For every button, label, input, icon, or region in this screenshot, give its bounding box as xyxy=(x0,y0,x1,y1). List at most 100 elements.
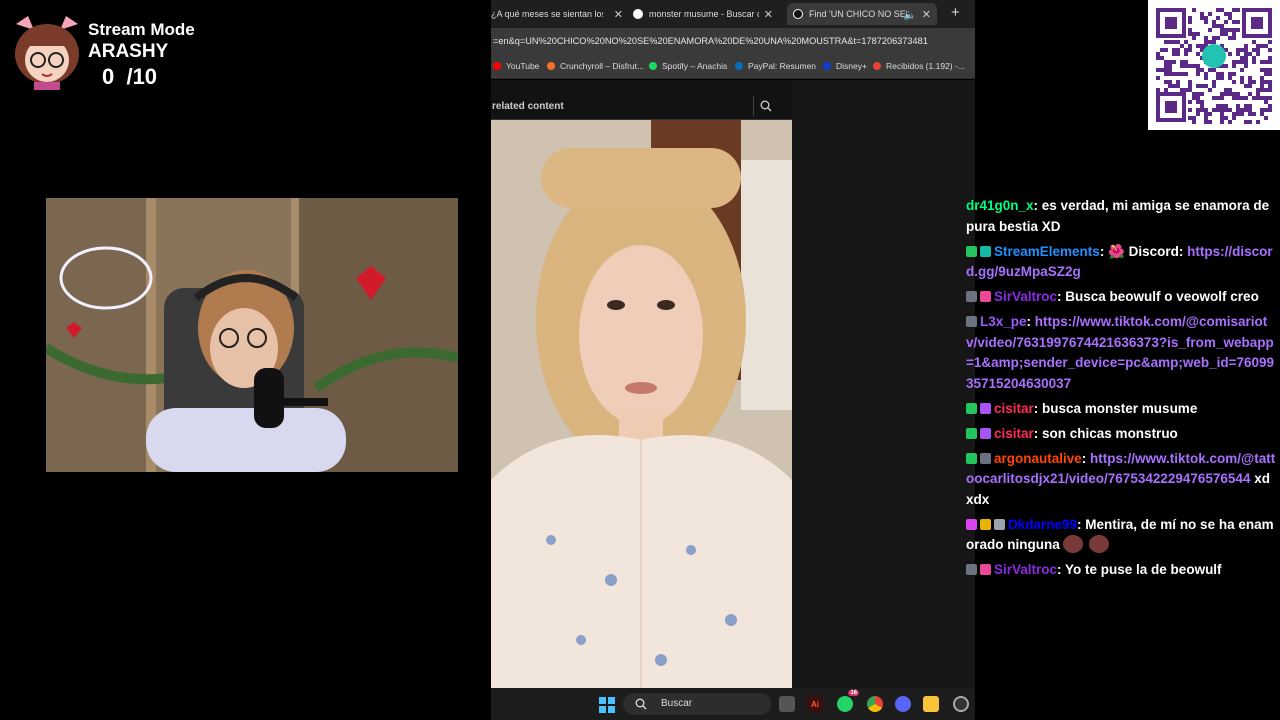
chat-username[interactable]: L3x_pe xyxy=(980,314,1027,329)
search-icon xyxy=(635,698,647,710)
chat-username[interactable]: dr41g0n_x xyxy=(966,198,1034,213)
search-button[interactable] xyxy=(753,96,777,116)
browser-window: ¿A qué meses se sientan los be ✕ monster… xyxy=(491,0,975,720)
chat-username[interactable]: Dkdarne99 xyxy=(1008,517,1077,532)
chat-badge-icon xyxy=(966,452,977,464)
chat-badge-icon xyxy=(966,402,977,414)
chat-badge-icon xyxy=(966,291,977,302)
tab-label: monster musume - Buscar con xyxy=(649,9,759,19)
bookmark-spotify[interactable]: Spotify – Anachis xyxy=(649,61,727,71)
page-sidebar-area xyxy=(792,80,975,688)
google-icon xyxy=(633,9,643,19)
chat-badge-icon xyxy=(980,245,991,257)
windows-taskbar: Buscar Ai 16 xyxy=(491,688,975,720)
taskbar-search[interactable]: Buscar xyxy=(623,693,771,715)
chat-username[interactable]: cisitar xyxy=(994,426,1034,441)
bookmark-label: Recibidos (1.192) -... xyxy=(886,61,965,71)
chat-text: : Yo te puse la de beowulf xyxy=(1057,562,1222,577)
chat-message: cisitar: son chicas monstruo xyxy=(960,424,1276,445)
browser-tab-1[interactable]: ¿A qué meses se sientan los be ✕ xyxy=(491,3,623,25)
video-player[interactable] xyxy=(491,120,792,688)
chat-message: SirValtroc: Busca beowulf o veowolf creo xyxy=(960,287,1276,308)
bookmark-label: Disney+ xyxy=(836,61,867,71)
tiktok-icon xyxy=(793,9,803,19)
paypal-icon xyxy=(735,62,743,70)
search-input[interactable]: related content xyxy=(492,101,564,112)
discord-icon[interactable] xyxy=(895,696,911,712)
yape-logo-icon xyxy=(1202,44,1226,68)
browser-tab-2[interactable]: monster musume - Buscar con ✕ xyxy=(633,3,773,25)
bookmark-youtube[interactable]: YouTube xyxy=(493,61,539,71)
tiktok-page: related content xyxy=(491,80,975,688)
chat-username[interactable]: cisitar xyxy=(994,401,1034,416)
chat-badge-icon xyxy=(980,452,991,464)
chat-text: : 🌺 Discord: xyxy=(1099,243,1188,259)
bookmark-label: PayPal: Resumen xyxy=(748,61,817,71)
chat-message: StreamElements: 🌺 Discord: https://disco… xyxy=(960,242,1276,283)
bookmark-gmail[interactable]: Recibidos (1.192) -... xyxy=(873,61,965,71)
chat-badge-icon xyxy=(980,518,991,530)
chat-message: dr41g0n_x: es verdad, mi amiga se enamor… xyxy=(960,196,1276,237)
bookmark-label: Crunchyroll – Disfrut... xyxy=(560,61,645,71)
chat-badge-icon xyxy=(966,427,977,439)
counter: 0 /10 xyxy=(102,64,158,89)
chat-username[interactable]: SirValtroc xyxy=(994,289,1057,304)
chat-badge-icon xyxy=(966,316,977,327)
chat-text: : busca monster musume xyxy=(1033,400,1198,416)
chat-text: : Busca beowulf o veowolf creo xyxy=(1057,289,1259,304)
chat-badge-icon xyxy=(980,402,991,414)
crunchyroll-icon xyxy=(547,62,555,70)
bookmark-label: Spotify – Anachis xyxy=(662,61,728,71)
chrome-icon[interactable] xyxy=(867,696,883,712)
chat-badge-icon xyxy=(966,245,977,257)
chat-message: Dkdarne99: Mentira, de mí no se ha enamo… xyxy=(960,515,1276,556)
obs-icon[interactable] xyxy=(953,696,969,712)
spotify-icon xyxy=(649,62,657,70)
address-bar[interactable]: =en&q=UN%20CHICO%20NO%20SE%20ENAMORA%20D… xyxy=(491,28,975,55)
gmail-icon xyxy=(873,62,881,70)
tab-bar: ¿A qué meses se sientan los be ✕ monster… xyxy=(491,0,975,28)
url-text: =en&q=UN%20CHICO%20NO%20SE%20ENAMORA%20D… xyxy=(493,36,928,46)
chat-text: : xyxy=(1026,314,1035,329)
webcam-feed xyxy=(46,198,458,472)
search-bar[interactable]: related content xyxy=(491,93,792,120)
bookmark-label: YouTube xyxy=(506,61,540,71)
streamer-name: ARASHY xyxy=(88,41,169,62)
chat-badge-icon xyxy=(980,564,991,575)
chat-badge-icon xyxy=(980,427,991,439)
chat-username[interactable]: argonautalive xyxy=(994,451,1082,466)
close-icon[interactable]: ✕ xyxy=(922,8,931,21)
notification-badge: 16 xyxy=(848,690,859,696)
task-view-icon[interactable] xyxy=(779,696,795,712)
chat-username[interactable]: SirValtroc xyxy=(994,562,1057,577)
close-icon[interactable]: ✕ xyxy=(764,8,773,21)
taskbar-search-label: Buscar xyxy=(661,698,693,709)
chat-badge-icon xyxy=(966,518,977,530)
chat-message: argonautalive: https://www.tiktok.com/@t… xyxy=(960,449,1276,511)
new-tab-button[interactable]: + xyxy=(951,4,960,21)
whatsapp-icon[interactable]: 16 xyxy=(837,690,859,712)
bookmark-disney[interactable]: Disney+ xyxy=(823,61,867,71)
chat-message: L3x_pe: https://www.tiktok.com/@comisari… xyxy=(960,312,1276,394)
windows-start-icon[interactable] xyxy=(599,697,615,713)
disney-icon xyxy=(823,62,831,70)
stream-mode-title: Stream Mode xyxy=(88,20,195,39)
bookmark-crunchyroll[interactable]: Crunchyroll – Disfrut... xyxy=(547,61,644,71)
chat-message: cisitar: busca monster musume xyxy=(960,399,1276,420)
tab-label: ¿A qué meses se sientan los be xyxy=(491,9,603,19)
yape-qr-code xyxy=(1148,0,1280,130)
chat-badge-icon xyxy=(966,564,977,575)
chat-username[interactable]: StreamElements xyxy=(994,244,1100,259)
file-explorer-icon[interactable] xyxy=(923,696,939,712)
bookmarks-bar: YouTube Crunchyroll – Disfrut... Spotify… xyxy=(491,55,975,79)
browser-tab-3-active[interactable]: Find 'UN CHICO NO SE ENA 🔈 ✕ xyxy=(787,3,937,25)
adobe-illustrator-icon[interactable]: Ai xyxy=(807,696,823,712)
avatar xyxy=(8,14,86,90)
bookmark-paypal[interactable]: PayPal: Resumen xyxy=(735,61,816,71)
chat-badge-icon xyxy=(980,291,991,302)
stream-overlay: Stream Mode ARASHY 0 /10 xyxy=(8,14,208,94)
close-icon[interactable]: ✕ xyxy=(614,8,623,21)
chat-emote-icon xyxy=(1088,535,1109,553)
speaker-icon[interactable]: 🔈 xyxy=(903,8,917,21)
chat-badge-icon xyxy=(994,518,1005,530)
